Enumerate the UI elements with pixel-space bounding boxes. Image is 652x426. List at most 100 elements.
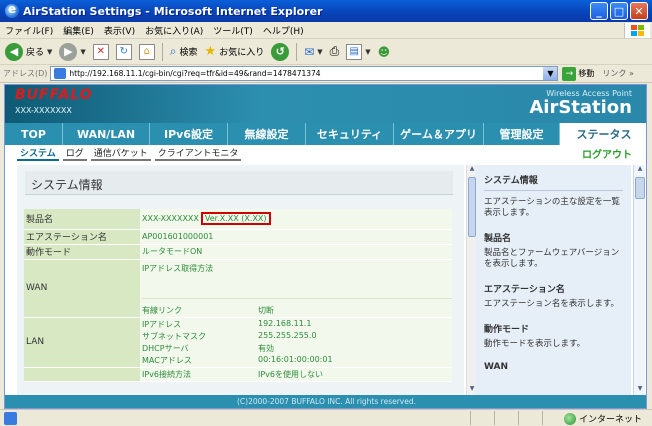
- page-viewport: BUFFALO XXX-XXXXXXX Wireless Access Poin…: [4, 84, 647, 409]
- edit-icon: ▤: [346, 43, 363, 60]
- page-status-icon: [4, 411, 17, 425]
- tab-game-apps[interactable]: ゲーム＆アプリ: [394, 123, 484, 145]
- close-button[interactable]: ✕: [630, 2, 648, 20]
- go-arrow-icon: →: [562, 66, 577, 81]
- minimize-button[interactable]: _: [590, 2, 608, 20]
- refresh-button[interactable]: ↻: [114, 41, 134, 63]
- toolbar: ◀ 戻る ▼ ▶ ▼ ✕ ↻ ⌂ ⌕ 検索 ★ お気に入り ↺ ✉ ▼ ⎙ ▤ ▼ ☻: [0, 39, 652, 65]
- lan-mac-value: 00:16:01:00:00:01: [258, 354, 333, 364]
- history-button[interactable]: ↺: [269, 41, 291, 63]
- product-label: 製品名: [24, 209, 140, 230]
- system-info-table: 製品名 XXX-XXXXXXX Ver.X.XX (X.XX) エアステーション名…: [24, 209, 452, 382]
- address-dropdown[interactable]: ▼: [543, 67, 558, 80]
- ipv6-label: IPv6接続方法: [142, 369, 192, 379]
- lan-dhcp-label: DHCPサーバ: [142, 343, 189, 353]
- globe-icon: [563, 412, 576, 425]
- main-nav: TOP WAN/LAN IPv6設定 無線設定 セキュリティ ゲーム＆アプリ 管…: [5, 123, 646, 145]
- lan-dhcp-value: 有効: [258, 343, 274, 353]
- address-input[interactable]: http://192.168.11.1/cgi-bin/cgi?req=tfr&…: [50, 66, 559, 81]
- messenger-button[interactable]: ☻: [376, 41, 393, 63]
- help-title-product: 製品名: [484, 234, 512, 244]
- mode-label: 動作モード: [24, 244, 140, 260]
- favorites-button[interactable]: ★ お気に入り: [203, 41, 267, 63]
- menu-tools[interactable]: ツール(T): [208, 24, 258, 37]
- copyright: (C)2000-2007 BUFFALO INC. All rights res…: [5, 395, 646, 408]
- menu-help[interactable]: ヘルプ(H): [258, 24, 309, 37]
- window-title: AirStation Settings - Microsoft Internet…: [23, 4, 323, 18]
- tab-wireless[interactable]: 無線設定: [228, 123, 306, 145]
- menu-edit[interactable]: 編集(E): [58, 24, 99, 37]
- edit-button[interactable]: ▤ ▼: [344, 41, 372, 63]
- help-scroll-up[interactable]: ▲: [634, 165, 646, 175]
- links-button[interactable]: リンク »: [602, 68, 633, 79]
- help-body-product: 製品名とファームウェアバージョンを表示します。: [484, 248, 620, 269]
- subtab-log[interactable]: ログ: [62, 146, 87, 161]
- help-scroll-thumb[interactable]: [635, 177, 645, 199]
- help-title-wan: WAN: [484, 362, 509, 372]
- tab-top[interactable]: TOP: [5, 123, 63, 145]
- search-button[interactable]: ⌕ 検索: [168, 41, 200, 63]
- row-lan: LAN IPアドレス 192.168.11.1 サブネットマスク 255.255.2…: [24, 317, 452, 368]
- scroll-thumb[interactable]: [468, 177, 476, 237]
- tab-status[interactable]: ステータス: [560, 123, 646, 145]
- menu-favorites[interactable]: お気に入り(A): [140, 24, 208, 37]
- tab-security[interactable]: セキュリティ: [306, 123, 394, 145]
- wan-method: IPアドレス取得方法: [142, 263, 214, 273]
- page-icon: [54, 68, 67, 79]
- forward-button[interactable]: ▶ ▼: [57, 41, 87, 63]
- security-zone: インターネット: [563, 412, 642, 425]
- wan-link-value: 切断: [258, 305, 274, 315]
- logout-link[interactable]: ログアウト: [582, 146, 632, 161]
- forward-arrow-icon: ▶: [59, 42, 78, 61]
- station-value: AP001601000001: [140, 229, 452, 245]
- page-header: BUFFALO XXX-XXXXXXX Wireless Access Poin…: [5, 85, 646, 123]
- airstation-logo: AirStation: [529, 97, 632, 118]
- tab-admin[interactable]: 管理設定: [484, 123, 560, 145]
- mail-icon: ✉: [304, 44, 315, 59]
- menu-view[interactable]: 表示(V): [99, 24, 140, 37]
- system-info-panel: システム情報 製品名 XXX-XXXXXXX Ver.X.XX (X.XX) エア…: [17, 165, 464, 395]
- help-title-system: システム情報: [484, 176, 538, 186]
- go-button[interactable]: → 移動: [562, 66, 594, 81]
- lan-label: LAN: [24, 317, 140, 368]
- lan-ip-value: 192.168.11.1: [258, 318, 312, 328]
- wan-label: WAN: [24, 259, 140, 318]
- back-button[interactable]: ◀ 戻る ▼: [3, 41, 54, 63]
- mode-value: ルータモードON: [140, 244, 452, 260]
- address-url[interactable]: http://192.168.11.1/cgi-bin/cgi?req=tfr&…: [69, 69, 543, 78]
- ie-icon: [5, 2, 19, 18]
- help-title-mode: 動作モード: [484, 325, 530, 335]
- search-icon: ⌕: [169, 44, 177, 58]
- back-arrow-icon: ◀: [5, 42, 23, 61]
- menu-file[interactable]: ファイル(F): [0, 24, 58, 37]
- help-body-system: エアステーションの主な設定を一覧表示します。: [484, 197, 620, 218]
- row-station: エアステーション名 AP001601000001: [24, 229, 452, 245]
- home-button[interactable]: ⌂: [137, 41, 157, 63]
- maximize-button[interactable]: □: [610, 2, 628, 20]
- subtab-packets[interactable]: 通信パケット: [90, 146, 151, 161]
- help-scroll-down[interactable]: ▼: [634, 385, 646, 395]
- print-button[interactable]: ⎙: [328, 41, 342, 63]
- windows-logo-icon: [624, 23, 650, 38]
- help-panel: システム情報 エアステーションの主な設定を一覧表示します。 製品名 製品名とファ…: [476, 165, 631, 395]
- subtab-system[interactable]: システム: [17, 146, 59, 161]
- mail-button[interactable]: ✉ ▼: [302, 41, 324, 63]
- refresh-icon: ↻: [115, 43, 132, 60]
- content-scrollbar[interactable]: ▲ ▼: [466, 165, 476, 395]
- history-icon: ↺: [271, 42, 290, 61]
- help-scrollbar[interactable]: ▲ ▼: [633, 165, 645, 395]
- lan-mask-value: 255.255.255.0: [258, 330, 317, 340]
- stop-button[interactable]: ✕: [91, 41, 111, 63]
- subtab-client-monitor[interactable]: クライアントモニタ: [154, 146, 242, 161]
- row-ipv6: IPv6接続方法 IPv6を使用しない: [24, 367, 452, 382]
- address-bar: アドレス(D) http://192.168.11.1/cgi-bin/cgi?…: [0, 65, 652, 83]
- row-wan: WAN IPアドレス取得方法 有線リンク 切断: [24, 259, 452, 318]
- tab-wan-lan[interactable]: WAN/LAN: [63, 123, 150, 145]
- address-label: アドレス(D): [3, 69, 48, 78]
- title-bar: AirStation Settings - Microsoft Internet…: [0, 0, 652, 22]
- help-body-mode: 動作モードを表示します。: [484, 339, 586, 349]
- help-body-station: エアステーション名を表示します。: [484, 299, 619, 309]
- model-name: XXX-XXXXXXX: [15, 106, 72, 115]
- tab-ipv6[interactable]: IPv6設定: [150, 123, 228, 145]
- product-version: Ver.X.XX (X.XX): [200, 212, 271, 226]
